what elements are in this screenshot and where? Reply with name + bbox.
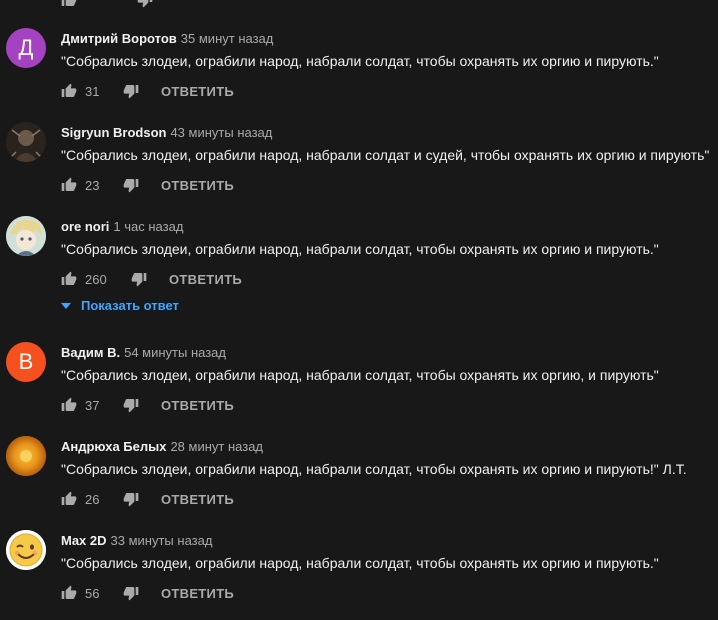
- comment-text: "Собрались злодеи, ограбили народ, набра…: [61, 555, 659, 571]
- comment-time[interactable]: 54 минуты назад: [124, 345, 226, 360]
- dislike-icon[interactable]: [123, 177, 139, 193]
- avatar-image: [6, 122, 46, 162]
- comment-time[interactable]: 33 минуты назад: [111, 533, 213, 548]
- comment-text: "Собрались злодеи, ограбили народ, набра…: [61, 53, 659, 69]
- comment-text: "Собрались злодеи, ограбили народ, набра…: [61, 367, 659, 383]
- like-icon[interactable]: [61, 491, 77, 507]
- like-icon[interactable]: [61, 397, 77, 413]
- previous-comment-actions: [61, 0, 153, 8]
- dislike-icon[interactable]: [131, 271, 147, 287]
- comment-actions: 31 ОТВЕТИТЬ: [61, 83, 234, 99]
- author-name[interactable]: Вадим В.: [61, 345, 120, 360]
- like-count: 56: [85, 585, 100, 601]
- comment-time[interactable]: 35 минут назад: [181, 31, 274, 46]
- comment-actions: 260 ОТВЕТИТЬ: [61, 271, 242, 287]
- comment-actions: 23 ОТВЕТИТЬ: [61, 177, 234, 193]
- avatar-letter: Д: [18, 35, 34, 60]
- like-count: 260: [85, 271, 107, 287]
- comment-header: Дмитрий Воротов 35 минут назад: [61, 31, 273, 46]
- comment-header: Андрюха Белых 28 минут назад: [61, 439, 263, 454]
- avatar[interactable]: Д: [6, 28, 46, 68]
- comment-time[interactable]: 28 минут назад: [170, 439, 263, 454]
- reply-button[interactable]: ОТВЕТИТЬ: [169, 272, 242, 287]
- reply-button[interactable]: ОТВЕТИТЬ: [161, 492, 234, 507]
- avatar-image: [6, 216, 46, 256]
- author-name[interactable]: Sigryun Brodson: [61, 125, 166, 140]
- avatar[interactable]: [6, 216, 46, 256]
- author-name[interactable]: ore nori: [61, 219, 109, 234]
- comment-header: ore nori 1 час назад: [61, 219, 183, 234]
- like-icon[interactable]: [61, 83, 77, 99]
- comment-header: Вадим В. 54 минуты назад: [61, 345, 226, 360]
- author-name[interactable]: Дмитрий Воротов: [61, 31, 177, 46]
- wink-emoji-icon: [6, 530, 46, 570]
- caret-down-icon: [61, 302, 71, 309]
- comment-header: Sigryun Brodson 43 минуты назад: [61, 125, 272, 140]
- comment-actions: 56 ОТВЕТИТЬ: [61, 585, 234, 601]
- comment-text: "Собрались злодеи, ограбили народ, набра…: [61, 147, 710, 163]
- like-count: 37: [85, 397, 100, 413]
- avatar[interactable]: [6, 530, 46, 570]
- dislike-icon[interactable]: [123, 83, 139, 99]
- reply-button[interactable]: ОТВЕТИТЬ: [161, 398, 234, 413]
- avatar[interactable]: В: [6, 342, 46, 382]
- avatar-image: [6, 436, 46, 476]
- reply-button[interactable]: ОТВЕТИТЬ: [161, 178, 234, 193]
- reply-button[interactable]: ОТВЕТИТЬ: [161, 586, 234, 601]
- comment-text: "Собрались злодеи, ограбили народ, набра…: [61, 241, 659, 257]
- comment-actions: 37 ОТВЕТИТЬ: [61, 397, 234, 413]
- like-count: 23: [85, 177, 100, 193]
- comment-text: "Собрались злодеи, ограбили народ, набра…: [61, 461, 687, 477]
- comment-time[interactable]: 1 час назад: [113, 219, 183, 234]
- dislike-icon[interactable]: [123, 397, 139, 413]
- comment-header: Max 2D 33 минуты назад: [61, 533, 212, 548]
- dislike-icon[interactable]: [137, 0, 153, 8]
- like-icon[interactable]: [61, 0, 77, 8]
- author-name[interactable]: Max 2D: [61, 533, 107, 548]
- avatar[interactable]: [6, 436, 46, 476]
- comment-time[interactable]: 43 минуты назад: [170, 125, 272, 140]
- comment-actions: 26 ОТВЕТИТЬ: [61, 491, 234, 507]
- like-icon[interactable]: [61, 177, 77, 193]
- show-replies-label: Показать ответ: [81, 298, 179, 313]
- like-icon[interactable]: [61, 271, 77, 287]
- avatar-letter: В: [18, 349, 34, 374]
- like-icon[interactable]: [61, 585, 77, 601]
- author-name[interactable]: Андрюха Белых: [61, 439, 166, 454]
- avatar[interactable]: [6, 122, 46, 162]
- dislike-icon[interactable]: [123, 491, 139, 507]
- reply-button[interactable]: ОТВЕТИТЬ: [161, 84, 234, 99]
- dislike-icon[interactable]: [123, 585, 139, 601]
- show-replies-button[interactable]: Показать ответ: [61, 298, 179, 313]
- like-count: 31: [85, 83, 100, 99]
- like-count: 26: [85, 491, 100, 507]
